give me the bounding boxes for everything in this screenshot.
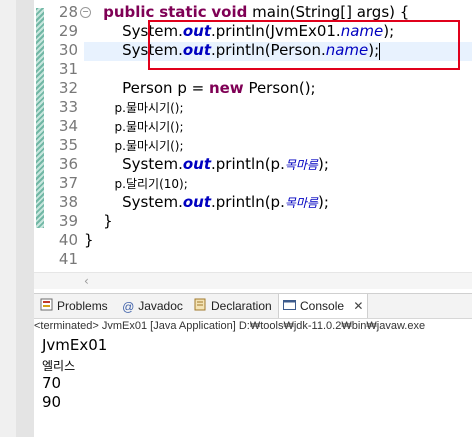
- line-number: 40: [58, 231, 78, 249]
- code-line[interactable]: System.out.println(p.목마름);: [84, 193, 329, 212]
- tab-javadoc[interactable]: @ Javadoc: [122, 294, 183, 318]
- code-token: p.달리기(10);: [84, 177, 188, 191]
- console-icon: [283, 295, 296, 319]
- line-number: 34: [58, 117, 78, 135]
- line-number: 33: [58, 98, 78, 116]
- tab-problems[interactable]: Problems: [40, 294, 108, 318]
- code-token: Person p =: [84, 79, 209, 97]
- editor-horizontal-scrollbar[interactable]: ‹: [34, 272, 472, 289]
- line-number: 30: [58, 41, 78, 59]
- code-token: p.물마시기();: [84, 139, 184, 153]
- code-line[interactable]: p.물마시기();: [84, 117, 184, 136]
- code-line[interactable]: p.달리기(10);: [84, 174, 188, 193]
- code-token: System.: [84, 155, 183, 173]
- line-number: 29: [58, 22, 78, 40]
- code-token: new: [208, 79, 244, 97]
- tab-declaration-label: Declaration: [211, 299, 272, 313]
- quick-diff-marker: [36, 8, 44, 228]
- code-token: main(String[] args) {: [247, 3, 410, 21]
- code-token: }: [84, 212, 113, 230]
- line-number: 39: [58, 212, 78, 230]
- line-number: 41: [58, 250, 78, 268]
- code-token: out: [182, 193, 212, 211]
- code-token: .println(p.: [211, 193, 285, 211]
- editor-margin: [16, 0, 34, 437]
- problems-icon: [40, 295, 53, 319]
- code-token: );: [317, 155, 329, 173]
- tab-javadoc-label: Javadoc: [138, 299, 183, 313]
- code-line[interactable]: }: [84, 231, 94, 250]
- tab-console-label: Console: [300, 299, 345, 313]
- line-number: 32: [58, 79, 78, 97]
- bottom-panel-tabs: Problems @ Javadoc Declaration Console ✕: [34, 293, 472, 319]
- declaration-icon: [194, 295, 207, 319]
- code-token: out: [182, 155, 212, 173]
- code-line[interactable]: p.물마시기();: [84, 136, 184, 155]
- line-number: 28: [58, 3, 78, 21]
- close-icon[interactable]: ✕: [353, 299, 363, 313]
- outer-left-rail: [0, 0, 16, 437]
- line-number: 31: [58, 60, 78, 78]
- code-line[interactable]: p.물마시기();: [84, 98, 184, 117]
- code-token: );: [317, 193, 329, 211]
- code-token: void: [211, 3, 248, 21]
- code-token: static: [159, 3, 207, 21]
- line-number: 36: [58, 155, 78, 173]
- console-line: JvmEx01: [42, 336, 108, 354]
- code-token: 목마름: [284, 158, 318, 172]
- code-token: p.물마시기();: [84, 120, 184, 134]
- line-number: 35: [58, 136, 78, 154]
- console-output[interactable]: JvmEx01 엘리스 70 90: [34, 334, 472, 437]
- code-line[interactable]: System.out.println(p.목마름);: [84, 155, 329, 174]
- at-icon: @: [122, 299, 135, 314]
- line-number: 37: [58, 174, 78, 192]
- tab-console[interactable]: Console ✕: [278, 294, 369, 319]
- code-token: p.물마시기();: [84, 101, 184, 115]
- code-line[interactable]: }: [84, 212, 113, 231]
- scroll-left-icon[interactable]: ‹: [84, 273, 89, 289]
- console-status-line: <terminated> JvmEx01 [Java Application] …: [34, 320, 426, 332]
- code-editor[interactable]: 28 29 30 31 32 33 34 35 36 37 38 39 40 41− public sta…: [34, 0, 472, 272]
- annotation-highlight-box: [148, 20, 460, 70]
- line-number: 38: [58, 193, 78, 211]
- code-token: .println(p.: [211, 155, 285, 173]
- code-token: }: [84, 231, 94, 249]
- code-token: System.: [84, 193, 183, 211]
- text-cursor: [379, 43, 380, 60]
- tab-problems-label: Problems: [57, 299, 108, 313]
- code-token: 목마름: [284, 196, 318, 210]
- console-line: 70: [42, 374, 62, 392]
- console-line: 엘리스: [42, 359, 76, 373]
- code-token: public: [103, 3, 155, 21]
- console-line: 90: [42, 393, 62, 411]
- tab-declaration[interactable]: Declaration: [194, 294, 272, 318]
- code-line[interactable]: Person p = new Person();: [84, 79, 316, 98]
- code-token: Person();: [243, 79, 316, 97]
